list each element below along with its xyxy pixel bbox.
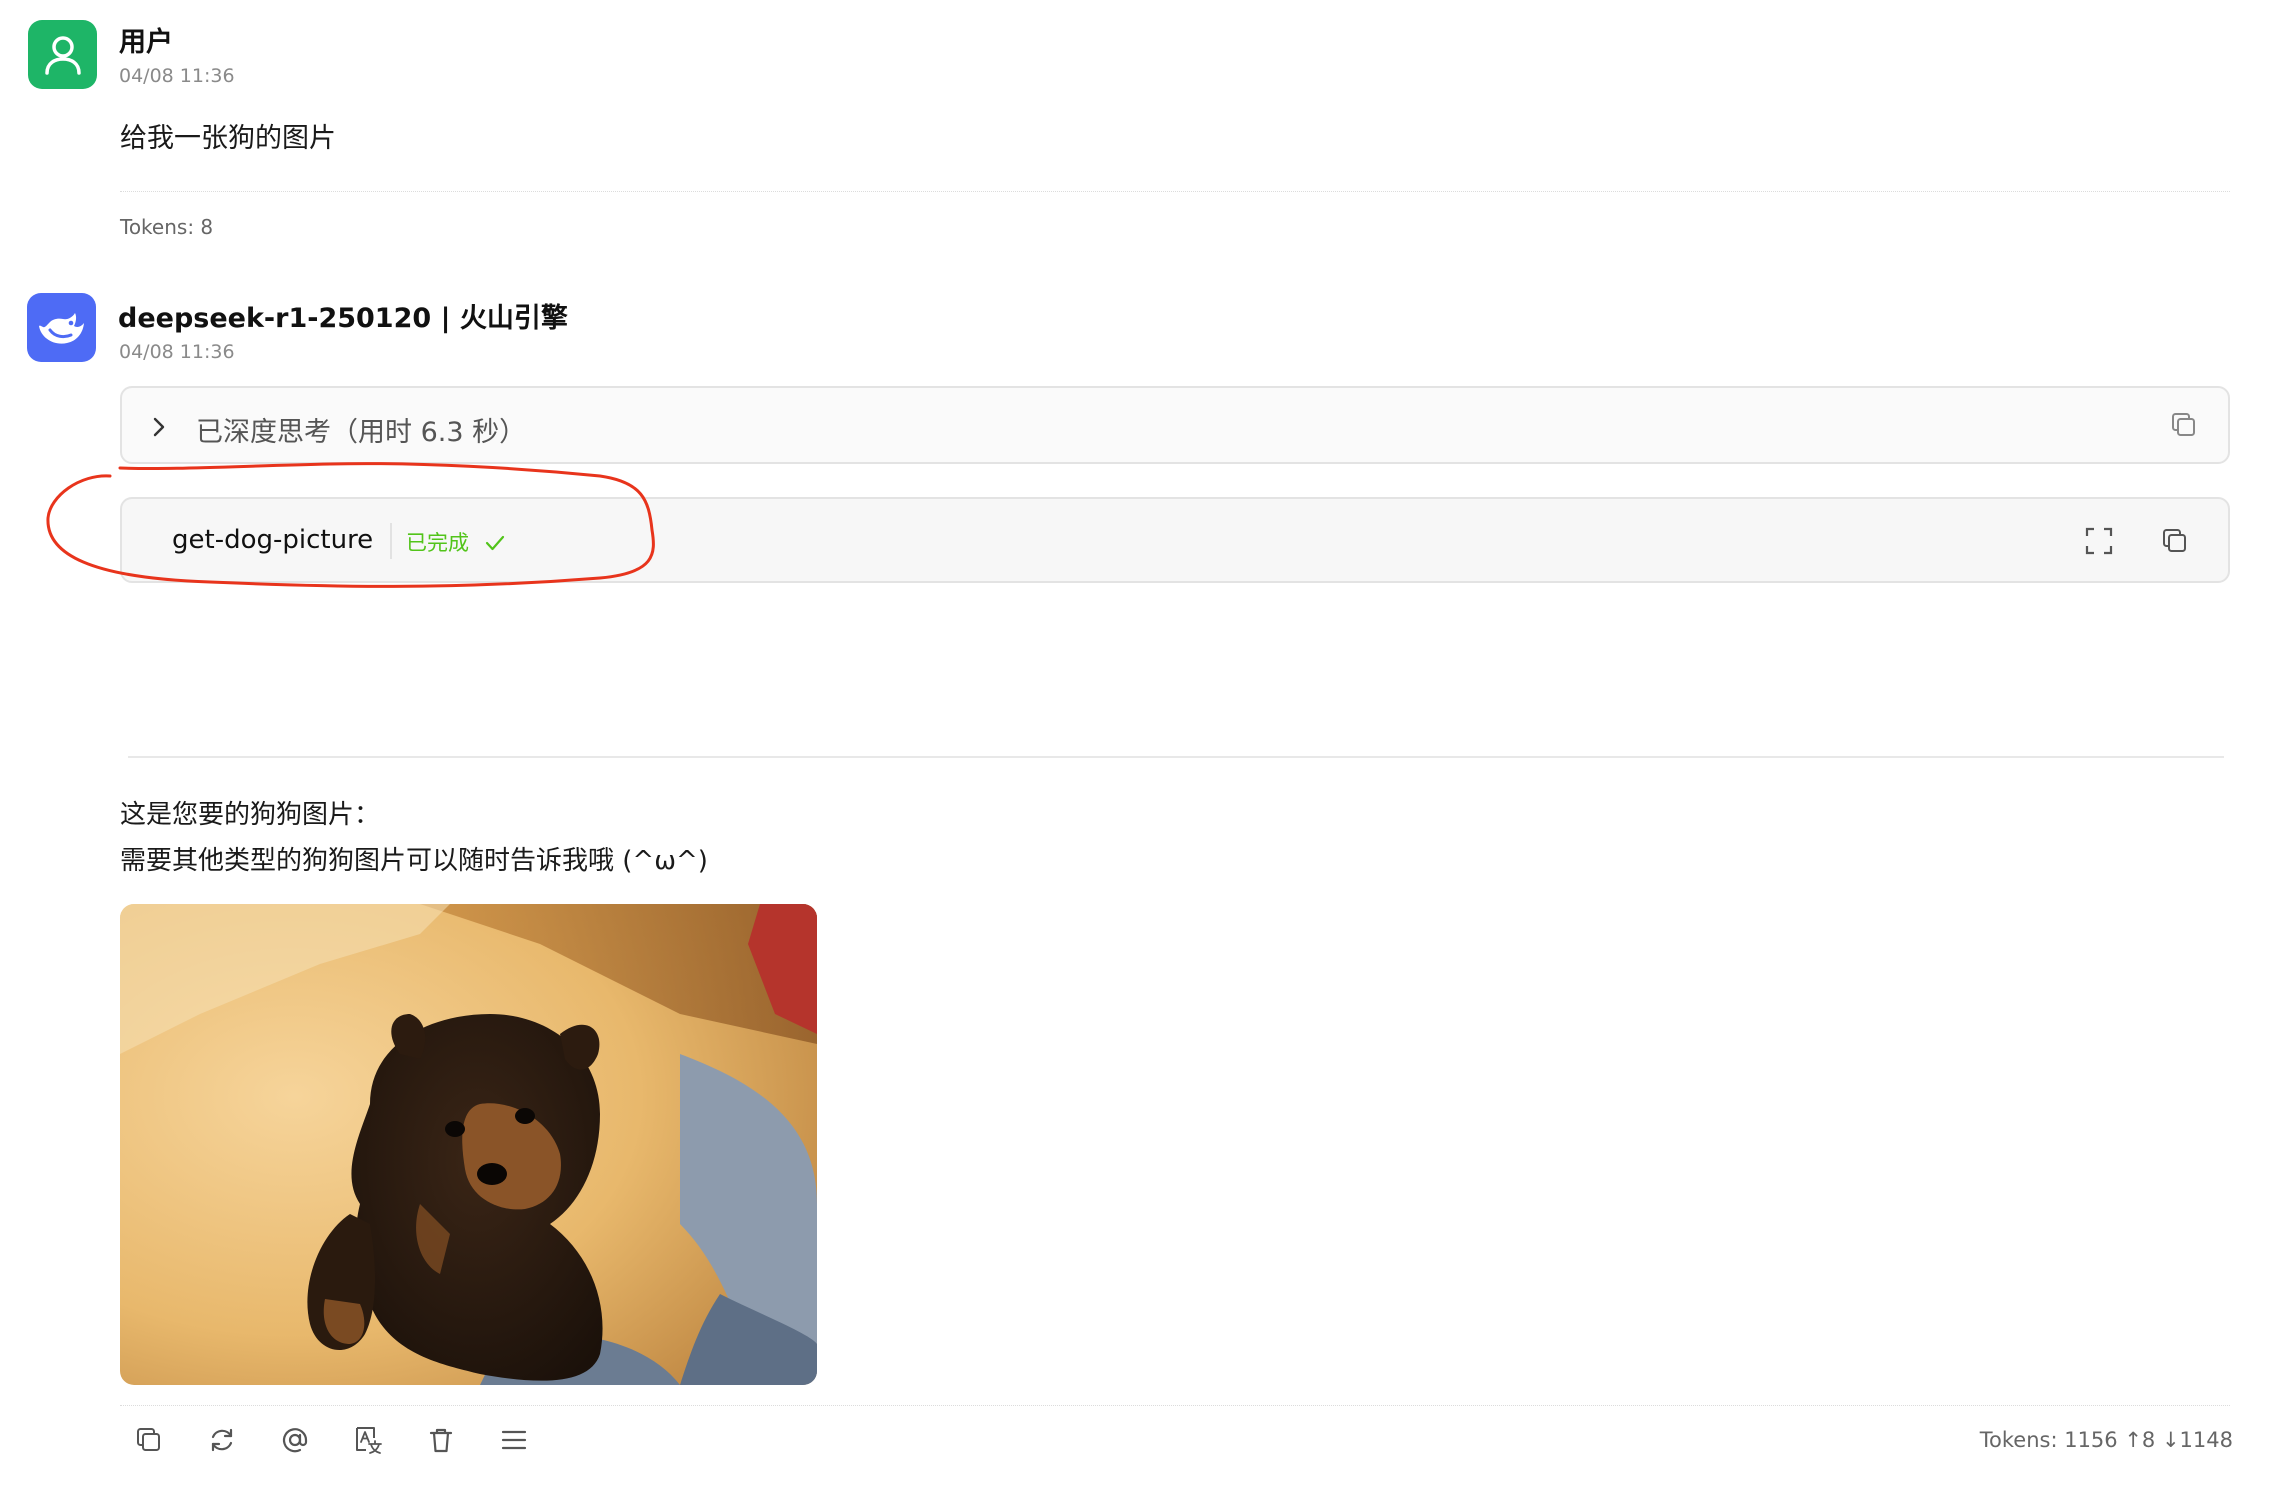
check-icon xyxy=(485,535,504,551)
thinking-label: 已深度思考（用时 6.3 秒） xyxy=(196,417,527,448)
user-token-count: Tokens: 8 xyxy=(120,215,214,239)
tool-status-text: 已完成 xyxy=(406,531,469,555)
delete-button[interactable] xyxy=(424,1423,458,1457)
tool-status: 已完成 xyxy=(406,527,506,557)
thinking-panel[interactable]: 已深度思考（用时 6.3 秒） xyxy=(120,386,2230,464)
user-message-divider xyxy=(120,191,2230,192)
section-divider xyxy=(128,756,2224,758)
regenerate-button[interactable] xyxy=(205,1423,239,1457)
dog-image[interactable] xyxy=(120,904,817,1385)
translate-button[interactable] xyxy=(351,1423,385,1457)
user-avatar xyxy=(28,20,97,89)
assistant-name: deepseek-r1-250120 | 火山引擎 xyxy=(118,303,568,334)
mention-button[interactable] xyxy=(278,1423,312,1457)
translate-icon xyxy=(356,1427,382,1454)
delete-icon xyxy=(429,1428,453,1453)
user-message-text: 给我一张狗的图片 xyxy=(120,123,336,154)
more-menu-button[interactable] xyxy=(497,1423,531,1457)
assistant-token-count: Tokens: 1156 ↑8 ↓1148 xyxy=(1979,1428,2233,1452)
user-name: 用户 xyxy=(119,27,173,58)
mention-icon xyxy=(282,1428,308,1453)
user-message-time: 04/08 11:36 xyxy=(119,65,235,87)
copy-thinking-button[interactable] xyxy=(2166,407,2202,443)
chevron-right-icon xyxy=(153,417,165,437)
footer-divider xyxy=(120,1405,2230,1406)
assistant-avatar xyxy=(27,293,96,362)
dog-photo-drawing xyxy=(120,904,817,1385)
tool-name: get-dog-picture xyxy=(172,525,374,555)
copy-icon xyxy=(2163,529,2186,552)
expand-tool-button[interactable] xyxy=(2081,523,2117,559)
tool-call-panel[interactable]: get-dog-picture 已完成 xyxy=(120,497,2230,583)
tool-separator xyxy=(390,523,392,559)
fullscreen-icon xyxy=(2085,527,2113,555)
assistant-message-time: 04/08 11:36 xyxy=(119,341,235,363)
reply-line-1: 这是您要的狗狗图片： xyxy=(120,800,381,830)
user-icon xyxy=(44,35,81,75)
reply-line-2: 需要其他类型的狗狗图片可以随时告诉我哦 (^ω^) xyxy=(120,846,708,876)
copy-tool-button[interactable] xyxy=(2157,523,2193,559)
copy-icon xyxy=(2172,413,2195,436)
copy-message-button[interactable] xyxy=(132,1423,166,1457)
deepseek-whale-icon xyxy=(38,312,84,344)
regenerate-icon xyxy=(211,1428,233,1452)
menu-icon xyxy=(501,1430,527,1450)
copy-icon xyxy=(137,1428,160,1451)
